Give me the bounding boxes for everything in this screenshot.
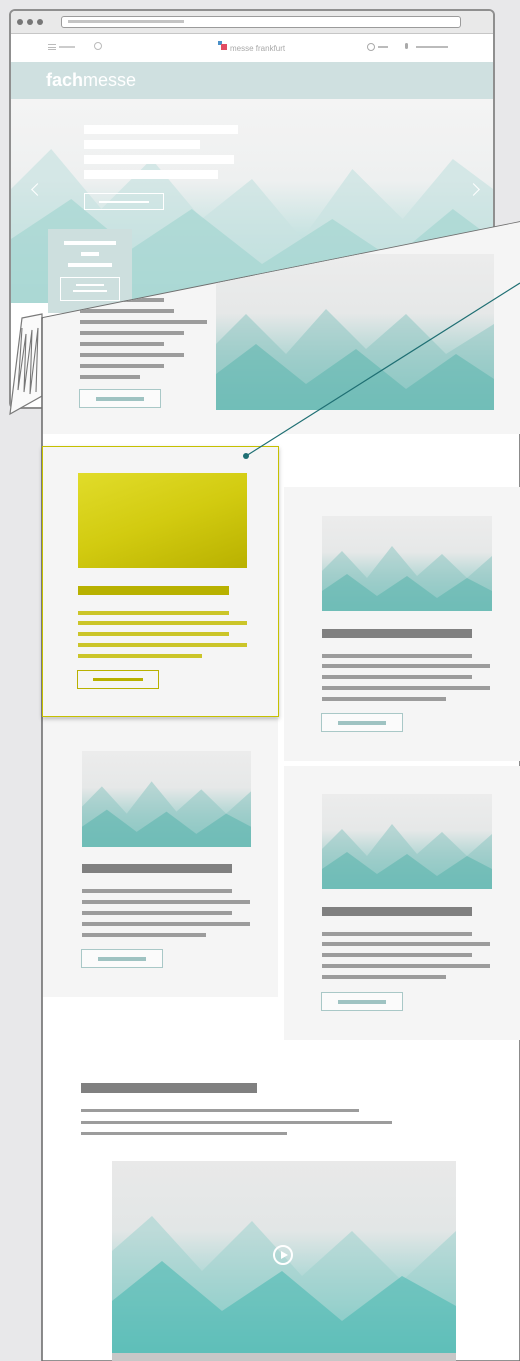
teaser-text-line (322, 953, 472, 957)
section-text-line (81, 1121, 392, 1124)
highlighted-title (78, 586, 229, 595)
teaser-text-line (322, 697, 446, 701)
feature-image (216, 254, 494, 410)
highlighted-button[interactable] (77, 670, 159, 689)
teaser-image (322, 516, 492, 611)
teaser-text-line (322, 932, 472, 936)
teaser-image (322, 794, 492, 889)
highlighted-text-line (78, 621, 247, 625)
teaser-text-line (82, 922, 250, 926)
teaser-text-line (322, 675, 472, 679)
teaser-text-line (322, 664, 490, 668)
teaser-card (284, 766, 520, 1040)
section-heading (81, 1083, 257, 1093)
section-text-line (81, 1132, 287, 1135)
play-icon[interactable] (273, 1245, 293, 1265)
teaser-text-line (322, 942, 490, 946)
section-text-line (81, 1109, 359, 1112)
teaser-text-line (82, 900, 250, 904)
teaser-card (43, 718, 278, 997)
teaser-text-line (322, 964, 490, 968)
highlighted-image (78, 473, 247, 568)
teaser-image (82, 751, 251, 847)
video-player[interactable] (112, 1161, 456, 1361)
teaser-title (82, 864, 232, 873)
video-progress-bar[interactable] (112, 1353, 456, 1361)
highlighted-text-line (78, 632, 229, 636)
feature-button[interactable] (79, 389, 161, 408)
feature-text-line (80, 331, 184, 335)
highlighted-text-line (78, 643, 247, 647)
teaser-text-line (322, 686, 490, 690)
teaser-text-line (82, 911, 232, 915)
highlighted-text-line (78, 654, 202, 658)
teaser-title (322, 629, 472, 638)
highlighted-teaser-card[interactable] (42, 446, 279, 717)
feature-text-line (80, 342, 164, 346)
teaser-button[interactable] (321, 992, 403, 1011)
teaser-title (322, 907, 472, 916)
feature-text-line (80, 309, 174, 313)
feature-text-line (80, 375, 140, 379)
feature-text-line (80, 320, 207, 324)
feature-text-line (80, 353, 184, 357)
highlighted-text-line (78, 611, 229, 615)
teaser-text-line (322, 975, 446, 979)
teaser-text-line (82, 933, 206, 937)
teaser-button[interactable] (321, 713, 403, 732)
feature-text-line (80, 364, 164, 368)
teaser-text-line (82, 889, 232, 893)
teaser-card (284, 487, 520, 761)
teaser-text-line (322, 654, 472, 658)
teaser-button[interactable] (81, 949, 163, 968)
